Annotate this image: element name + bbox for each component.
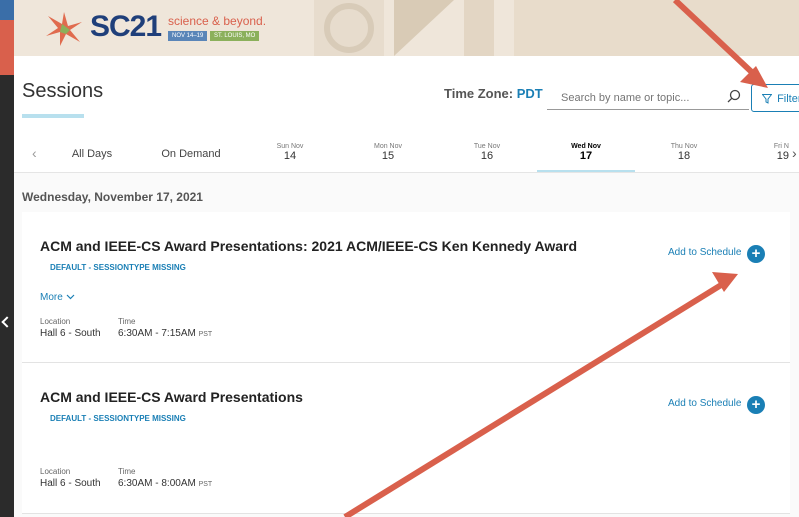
time-zone-suffix: PST [198, 481, 213, 488]
time-label: Time [118, 317, 136, 326]
tab-day-16[interactable]: Tue Nov 16 [457, 136, 517, 172]
previous-days-chevron-icon[interactable]: ‹ [32, 145, 37, 161]
location-label: Location [40, 317, 71, 326]
tab-day-number: 18 [677, 150, 691, 162]
banner-city: ST. LOUIS, MO [210, 31, 260, 41]
filter-button[interactable]: Filter [751, 84, 799, 112]
tab-day-number: 14 [283, 150, 297, 162]
banner-pattern [314, 0, 799, 56]
timezone-label: Time Zone: [444, 86, 514, 101]
tab-day-19[interactable]: Fri N 19 [759, 136, 789, 172]
add-to-schedule-plus-icon[interactable]: + [747, 245, 765, 263]
title-underline [22, 114, 84, 118]
timezone-value[interactable]: PDT [517, 86, 543, 101]
location-value: Hall 6 - South [40, 478, 101, 489]
tab-on-demand[interactable]: On Demand [154, 136, 228, 172]
date-heading: Wednesday, November 17, 2021 [22, 190, 203, 204]
time-value: 6:30AM - 8:00AM PST [118, 478, 212, 489]
tab-day-label: Tue Nov [473, 143, 501, 150]
search-input[interactable] [559, 91, 723, 105]
timezone-display[interactable]: Time Zone: PDT [444, 86, 543, 101]
tab-all-days[interactable]: All Days [62, 136, 122, 172]
tab-day-18[interactable]: Thu Nov 18 [654, 136, 714, 172]
more-toggle[interactable]: More [40, 292, 75, 303]
tab-day-14[interactable]: Sun Nov 14 [260, 136, 320, 172]
time-range: 6:30AM - 7:15AM [118, 328, 196, 339]
sessions-page: SC21 science & beyond. NOV 14–19 ST. LOU… [14, 0, 799, 517]
event-banner: SC21 science & beyond. NOV 14–19 ST. LOU… [14, 0, 799, 56]
time-label: Time [118, 467, 136, 476]
session-card[interactable]: ACM and IEEE-CS Award Presentations: 202… [22, 212, 790, 363]
time-value: 6:30AM - 7:15AM PST [118, 328, 212, 339]
browser-side-strip [0, 0, 14, 517]
add-to-schedule-plus-icon[interactable]: + [747, 396, 765, 414]
tab-day-number: 19 [776, 150, 789, 162]
side-strip-top [0, 0, 14, 20]
day-selector: ‹ All Days On Demand Sun Nov 14 Mon Nov … [14, 136, 799, 173]
filter-label: Filter [777, 93, 799, 105]
tab-day-17[interactable]: Wed Nov 17 [537, 136, 635, 172]
tab-day-label: Mon Nov [373, 143, 402, 150]
filter-icon [761, 94, 773, 104]
time-range: 6:30AM - 8:00AM [118, 478, 196, 489]
more-label: More [40, 292, 63, 303]
banner-tagline: science & beyond. [168, 14, 267, 28]
next-days-chevron-icon[interactable]: › [792, 145, 797, 161]
sc21-logo-text: SC21 [90, 10, 162, 43]
tab-day-label: Fri N [773, 143, 789, 150]
add-to-schedule-link[interactable]: Add to Schedule [668, 247, 741, 258]
tab-day-label: Sun Nov [276, 143, 304, 150]
search-box[interactable] [547, 83, 749, 110]
tab-day-number: 17 [579, 150, 593, 162]
tab-day-label: Thu Nov [670, 143, 698, 150]
session-card[interactable]: ACM and IEEE-CS Award Presentations DEFA… [22, 363, 790, 514]
session-type-badge: DEFAULT - SESSIONTYPE MISSING [50, 263, 186, 272]
location-value: Hall 6 - South [40, 328, 101, 339]
tab-day-label: Wed Nov [571, 143, 601, 150]
add-to-schedule-link[interactable]: Add to Schedule [668, 398, 741, 409]
tab-day-number: 15 [381, 150, 395, 162]
search-icon[interactable] [727, 89, 741, 103]
page-title: Sessions [22, 80, 104, 102]
banner-dates: NOV 14–19 [168, 31, 208, 41]
tab-day-15[interactable]: Mon Nov 15 [358, 136, 418, 172]
location-label: Location [40, 467, 71, 476]
chevron-down-icon [66, 294, 75, 300]
time-zone-suffix: PST [198, 331, 213, 338]
session-type-badge: DEFAULT - SESSIONTYPE MISSING [50, 414, 186, 423]
side-strip-accent [0, 20, 14, 75]
session-title[interactable]: ACM and IEEE-CS Award Presentations [40, 389, 303, 405]
tab-day-number: 16 [480, 150, 494, 162]
sc21-logo-icon [46, 12, 82, 46]
collapse-chevron-icon[interactable] [1, 316, 13, 328]
session-title[interactable]: ACM and IEEE-CS Award Presentations: 202… [40, 238, 577, 254]
sessions-header: Sessions Time Zone: PDT Filter [14, 56, 799, 136]
